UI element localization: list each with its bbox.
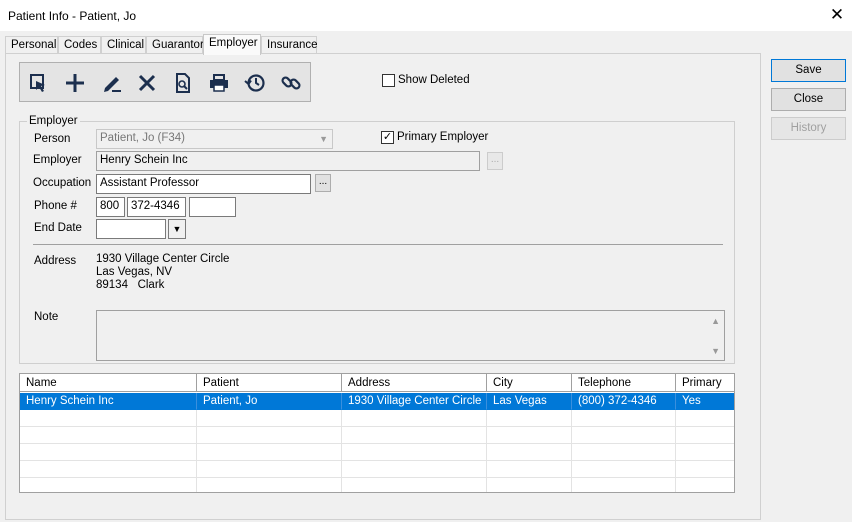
occupation-label: Occupation — [33, 177, 92, 189]
empty-row — [20, 478, 734, 492]
close-button[interactable]: Close — [771, 88, 846, 111]
show-deleted-label: Show Deleted — [398, 74, 470, 86]
history-button: History — [771, 117, 846, 140]
cell-telephone: (800) 372-4346 — [572, 393, 676, 410]
empty-row — [20, 444, 734, 461]
show-deleted-checkbox[interactable] — [382, 74, 395, 87]
address-line1: 1930 Village Center Circle — [96, 253, 230, 265]
delete-icon[interactable] — [134, 70, 160, 96]
edit-icon[interactable] — [99, 70, 125, 96]
note-label: Note — [34, 311, 59, 323]
chevron-down-icon: ▼ — [319, 134, 328, 144]
person-label: Person — [34, 133, 71, 145]
occupation-lookup-button[interactable]: ... — [315, 174, 331, 192]
close-window-button[interactable]: ✕ — [826, 4, 848, 26]
address-line3: 89134 Clark — [96, 279, 165, 291]
tab-personal[interactable]: Personal — [5, 36, 58, 54]
tab-employer[interactable]: Employer — [203, 34, 261, 55]
tab-codes[interactable]: Codes — [58, 36, 101, 54]
scroll-down-icon[interactable]: ▼ — [711, 346, 720, 356]
employer-grid: Name Patient Address City Telephone Prim… — [19, 373, 735, 493]
address-line2: Las Vegas, NV — [96, 266, 173, 278]
column-header-name[interactable]: Name — [20, 374, 197, 392]
end-date-field[interactable] — [96, 219, 166, 239]
title-bar: Patient Info - Patient, Jo ✕ — [0, 0, 852, 31]
primary-employer-label: Primary Employer — [397, 131, 489, 143]
employer-group-legend: Employer — [27, 115, 80, 127]
phone-label: Phone # — [34, 200, 77, 212]
link-icon[interactable] — [278, 70, 304, 96]
employer-label: Employer — [33, 154, 82, 166]
save-button[interactable]: Save — [771, 59, 846, 82]
scroll-up-icon[interactable]: ▲ — [711, 316, 720, 326]
phone-extension-field[interactable] — [189, 197, 236, 217]
person-combobox: Patient, Jo (F34) ▼ — [96, 129, 333, 149]
empty-row — [20, 461, 734, 478]
empty-row — [20, 410, 734, 427]
person-value: Patient, Jo (F34) — [100, 132, 186, 144]
column-header-primary[interactable]: Primary — [676, 374, 734, 392]
history-icon[interactable] — [242, 70, 268, 96]
empty-row — [20, 427, 734, 444]
primary-employer-checkbox[interactable]: ✓ — [381, 131, 394, 144]
tab-guarantor[interactable]: Guarantor — [146, 36, 204, 54]
address-label: Address — [34, 255, 77, 267]
phone-number-field[interactable]: 372-4346 — [127, 197, 186, 217]
column-header-address[interactable]: Address — [342, 374, 487, 392]
column-header-patient[interactable]: Patient — [197, 374, 342, 392]
cell-patient: Patient, Jo — [197, 393, 342, 410]
grid-header: Name Patient Address City Telephone Prim… — [20, 374, 734, 393]
cell-address: 1930 Village Center Circle — [342, 393, 487, 410]
add-icon[interactable] — [62, 70, 88, 96]
end-date-label: End Date — [34, 222, 82, 234]
select-employer-icon[interactable] — [26, 70, 52, 96]
employer-lookup-button: ... — [487, 152, 503, 170]
cell-primary: Yes — [676, 393, 734, 410]
employer-field[interactable]: Henry Schein Inc — [96, 151, 480, 171]
table-row[interactable]: Henry Schein Inc Patient, Jo 1930 Villag… — [20, 393, 734, 410]
cell-name: Henry Schein Inc — [20, 393, 197, 410]
tab-clinical[interactable]: Clinical — [101, 36, 146, 54]
column-header-telephone[interactable]: Telephone — [572, 374, 676, 392]
cell-city: Las Vegas — [487, 393, 572, 410]
divider — [33, 244, 723, 245]
print-icon[interactable] — [206, 70, 232, 96]
phone-area-field[interactable]: 800 — [96, 197, 125, 217]
toolbar — [19, 62, 311, 102]
preview-icon[interactable] — [170, 70, 196, 96]
column-header-city[interactable]: City — [487, 374, 572, 392]
occupation-field[interactable]: Assistant Professor — [96, 174, 311, 194]
end-date-dropdown-button[interactable]: ▼ — [168, 219, 186, 239]
note-textarea[interactable]: ▲ ▼ — [96, 310, 725, 361]
tab-insurance[interactable]: Insurance — [261, 36, 318, 54]
window-title: Patient Info - Patient, Jo — [8, 9, 137, 23]
